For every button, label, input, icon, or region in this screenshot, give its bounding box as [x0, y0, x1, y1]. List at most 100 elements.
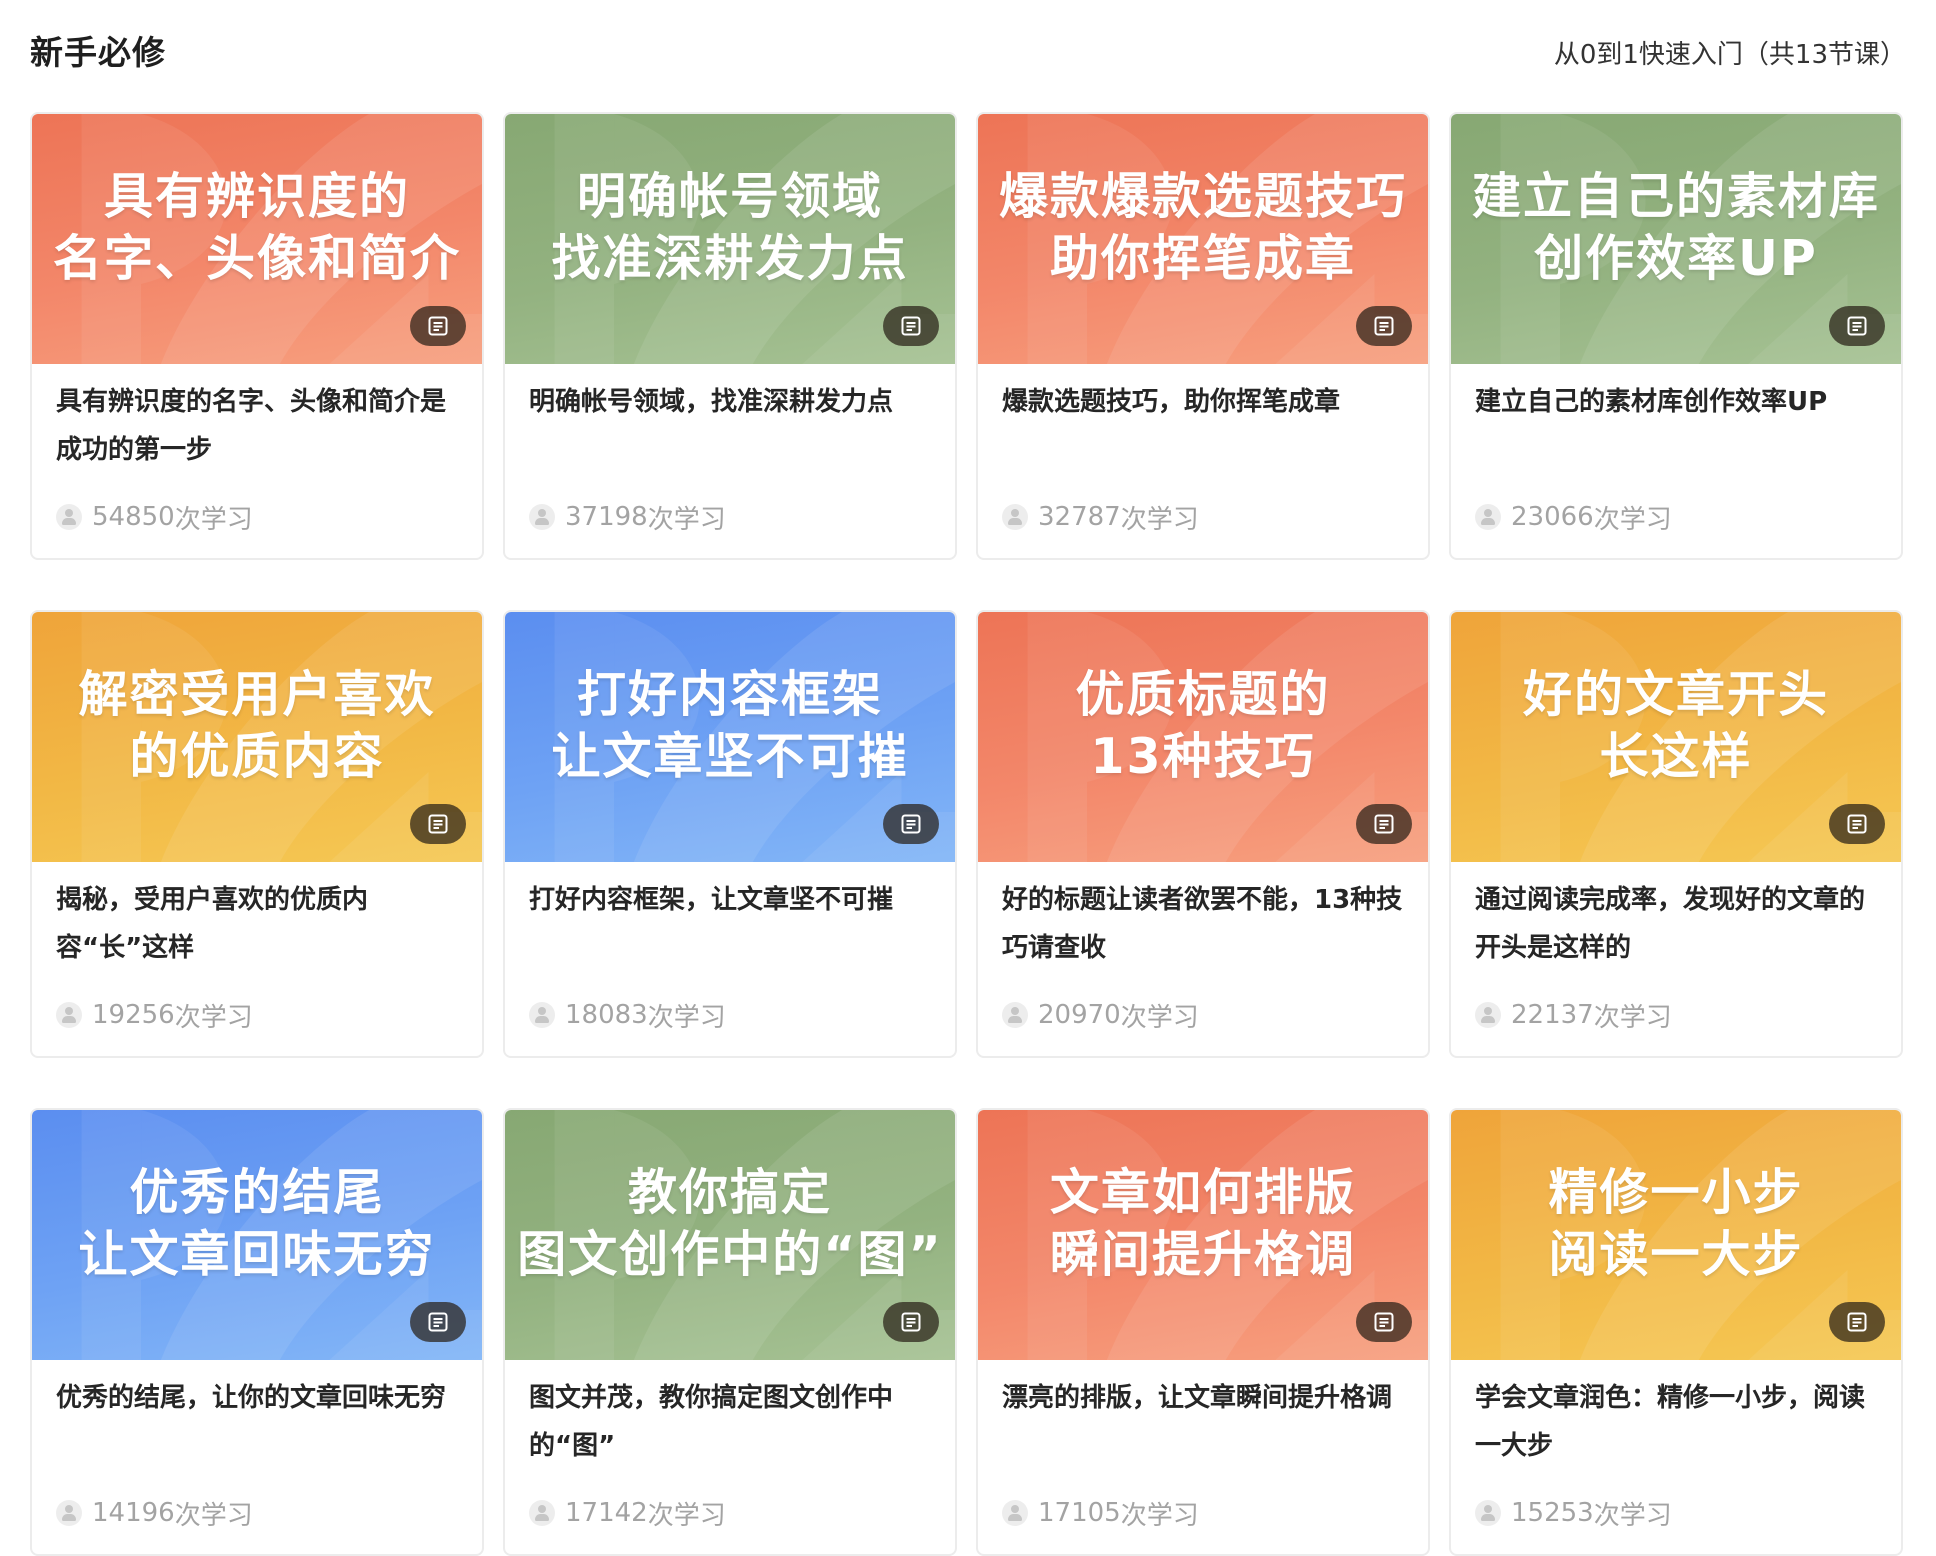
course-description: 优秀的结尾，让你的文章回味无穷 [56, 1383, 447, 1413]
learn-count: 15253 [1511, 1498, 1594, 1528]
user-icon [1475, 504, 1501, 530]
course-banner: 精修一小步 阅读一大步 [1451, 1110, 1901, 1360]
banner-title: 文章如何排版 瞬间提升格调 [1050, 1162, 1356, 1286]
course-card-4[interactable]: 建立自己的素材库 创作效率UP 建立自己的素材库创作效率UP 23066 次学习 [1449, 112, 1903, 560]
course-banner: 明确帐号领域 找准深耕发力点 [505, 114, 955, 364]
banner-title-line: 好的文章开头 [1522, 666, 1829, 723]
banner-title-line: 助你挥笔成章 [1049, 230, 1356, 287]
course-card-6[interactable]: 打好内容框架 让文章坚不可摧 打好内容框架，让文章坚不可摧 18083 次学习 [503, 610, 957, 1058]
learn-count: 37198 [565, 502, 648, 532]
course-stats: 19256 次学习 [56, 998, 253, 1033]
course-stats: 22137 次学习 [1475, 998, 1672, 1033]
learn-count: 20970 [1038, 1000, 1121, 1030]
document-icon [1356, 804, 1412, 844]
banner-title: 具有辨识度的 名字、头像和简介 [53, 166, 461, 290]
course-description: 揭秘，受用户喜欢的优质内容“长”这样 [56, 885, 369, 963]
course-banner: 爆款爆款选题技巧 助你挥笔成章 [978, 114, 1428, 364]
banner-title: 优秀的结尾 让文章回味无穷 [78, 1162, 435, 1286]
course-card-9[interactable]: 优秀的结尾 让文章回味无穷 优秀的结尾，让你的文章回味无穷 14196 次学习 [30, 1108, 484, 1556]
course-card-10[interactable]: 教你搞定 图文创作中的“图” 图文并茂，教你搞定图文创作中的“图” 17142 次学… [503, 1108, 957, 1556]
learn-suffix: 次学习 [174, 504, 253, 535]
banner-title-line: 爆款爆款选题技巧 [998, 168, 1407, 225]
banner-title-line: 名字、头像和简介 [52, 230, 461, 287]
banner-title: 精修一小步 阅读一大步 [1548, 1162, 1803, 1286]
user-icon [1002, 504, 1028, 530]
course-card-3[interactable]: 爆款爆款选题技巧 助你挥笔成章 爆款选题技巧，助你挥笔成章 32787 次学习 [976, 112, 1430, 560]
banner-title-line: 阅读一大步 [1548, 1226, 1804, 1283]
course-card-8[interactable]: 好的文章开头 长这样 通过阅读完成率，发现好的文章的开头是这样的 22137 次学习 [1449, 610, 1903, 1058]
course-card-12[interactable]: 精修一小步 阅读一大步 学会文章润色：精修一小步，阅读一大步 15253 次学习 [1449, 1108, 1903, 1556]
course-page: 新手必修 从0到1快速入门（共13节课） 具有辨识度的 名字、头像和简介 具有辨识… [0, 0, 1936, 1556]
banner-title-line: 找准深耕发力点 [551, 230, 909, 287]
learn-suffix: 次学习 [1120, 1500, 1199, 1531]
document-icon [410, 1302, 466, 1342]
banner-title: 优质标题的 13种技巧 [1075, 664, 1330, 788]
document-icon [1829, 804, 1885, 844]
course-banner: 打好内容框架 让文章坚不可摧 [505, 612, 955, 862]
course-description: 打好内容框架，让文章坚不可摧 [529, 885, 894, 915]
learn-suffix: 次学习 [174, 1002, 253, 1033]
banner-title-line: 优质标题的 [1075, 666, 1331, 723]
banner-title-line: 具有辨识度的 [103, 168, 410, 225]
banner-title-line: 明确帐号领域 [576, 168, 883, 225]
document-icon [883, 804, 939, 844]
learn-suffix: 次学习 [647, 1002, 726, 1033]
course-card-5[interactable]: 解密受用户喜欢 的优质内容 揭秘，受用户喜欢的优质内容“长”这样 19256 次学习 [30, 610, 484, 1058]
user-icon [1475, 1002, 1501, 1028]
learn-count: 17105 [1038, 1498, 1121, 1528]
user-icon [1002, 1500, 1028, 1526]
learn-suffix: 次学习 [1120, 1002, 1199, 1033]
user-icon [529, 504, 555, 530]
course-description: 建立自己的素材库创作效率UP [1475, 387, 1828, 417]
banner-title: 好的文章开头 长这样 [1523, 664, 1829, 788]
course-banner: 好的文章开头 长这样 [1451, 612, 1901, 862]
banner-title-line: 长这样 [1599, 728, 1753, 785]
banner-title-line: 文章如何排版 [1049, 1164, 1356, 1221]
course-stats: 17142 次学习 [529, 1496, 726, 1531]
learn-count: 18083 [565, 1000, 648, 1030]
document-icon [1829, 1302, 1885, 1342]
course-stats: 32787 次学习 [1002, 500, 1199, 535]
course-stats: 17105 次学习 [1002, 1496, 1199, 1531]
learn-suffix: 次学习 [647, 1500, 726, 1531]
document-icon [1356, 306, 1412, 346]
banner-title-line: 13种技巧 [1090, 728, 1316, 785]
course-banner: 优质标题的 13种技巧 [978, 612, 1428, 862]
banner-title-line: 教你搞定 [627, 1164, 832, 1221]
course-description: 爆款选题技巧，助你挥笔成章 [1002, 387, 1341, 417]
learn-suffix: 次学习 [1593, 1002, 1672, 1033]
course-description: 通过阅读完成率，发现好的文章的开头是这样的 [1475, 885, 1866, 963]
section-header: 新手必修 从0到1快速入门（共13节课） [30, 20, 1906, 80]
document-icon [883, 306, 939, 346]
course-card-7[interactable]: 优质标题的 13种技巧 好的标题让读者欲罢不能，13种技巧请查收 20970 次学习 [976, 610, 1430, 1058]
learn-count: 17142 [565, 1498, 648, 1528]
banner-title-line: 精修一小步 [1548, 1164, 1804, 1221]
course-description: 好的标题让读者欲罢不能，13种技巧请查收 [1002, 885, 1403, 963]
learn-suffix: 次学习 [647, 504, 726, 535]
document-icon [410, 804, 466, 844]
course-stats: 37198 次学习 [529, 500, 726, 535]
banner-title-line: 瞬间提升格调 [1049, 1226, 1356, 1283]
course-card-1[interactable]: 具有辨识度的 名字、头像和简介 具有辨识度的名字、头像和简介是成功的第一步 548… [30, 112, 484, 560]
banner-title-line: 让文章坚不可摧 [551, 728, 909, 785]
document-icon [1356, 1302, 1412, 1342]
course-stats: 54850 次学习 [56, 500, 253, 535]
user-icon [529, 1500, 555, 1526]
banner-title-line: 优秀的结尾 [129, 1164, 385, 1221]
course-stats: 18083 次学习 [529, 998, 726, 1033]
course-stats: 23066 次学习 [1475, 500, 1672, 535]
user-icon [56, 504, 82, 530]
course-card-11[interactable]: 文章如何排版 瞬间提升格调 漂亮的排版，让文章瞬间提升格调 17105 次学习 [976, 1108, 1430, 1556]
banner-title-line: 创作效率UP [1534, 230, 1818, 287]
course-card-2[interactable]: 明确帐号领域 找准深耕发力点 明确帐号领域，找准深耕发力点 37198 次学习 [503, 112, 957, 560]
course-grid: 具有辨识度的 名字、头像和简介 具有辨识度的名字、头像和简介是成功的第一步 548… [30, 112, 1903, 1556]
course-description: 明确帐号领域，找准深耕发力点 [529, 387, 894, 417]
learn-suffix: 次学习 [174, 1500, 253, 1531]
banner-title: 建立自己的素材库 创作效率UP [1472, 166, 1880, 290]
banner-title-line: 的优质内容 [129, 728, 385, 785]
banner-title-line: 解密受用户喜欢 [78, 666, 436, 723]
learn-count: 22137 [1511, 1000, 1594, 1030]
banner-title: 解密受用户喜欢 的优质内容 [78, 664, 435, 788]
section-title: 新手必修 [30, 33, 166, 72]
course-banner: 优秀的结尾 让文章回味无穷 [32, 1110, 482, 1360]
